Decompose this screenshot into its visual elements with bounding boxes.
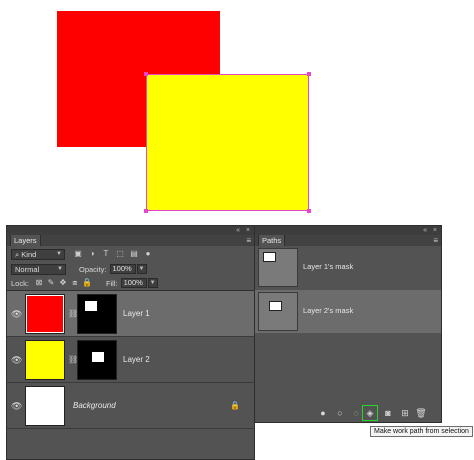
paths-panel: « × Paths ≡ Layer 1's mask Layer 2's mas… [254,225,442,423]
mask-shape [92,352,104,362]
path-row-layer-2-mask[interactable]: Layer 2's mask [255,290,441,333]
lock-label: Lock: [11,278,29,288]
document-canvas[interactable] [0,0,474,222]
fill-label: Fill: [105,278,118,288]
layer-name[interactable]: Layer 2 [123,355,150,364]
mask-shape [85,301,97,311]
stroke-path-icon[interactable]: ○ [334,407,346,419]
opacity-label: Opacity: [79,264,107,274]
fill-input[interactable]: 100% [120,278,147,288]
close-panel-icon[interactable]: × [433,226,437,235]
panel-topbar[interactable]: « × [7,226,254,235]
opacity-dropdown-icon[interactable]: ▼ [136,264,147,274]
path-anchor[interactable] [144,209,148,213]
chevron-down-icon: ▼ [56,250,62,257]
opacity-input[interactable]: 100% [109,264,136,274]
filter-kind-label: Kind [21,249,37,259]
lock-all-icon[interactable]: 🔒 [82,278,92,288]
filter-type-icon[interactable]: T [101,249,111,259]
filter-adjustment-icon[interactable]: ◑ [87,249,97,259]
panel-topbar[interactable]: « × [255,226,441,235]
paths-footer: ● ○ ◌ ◈ ◙ ⊞ 🗑 [255,404,441,422]
path-anchor[interactable] [307,209,311,213]
blend-mode-label: Normal [15,264,40,274]
close-panel-icon[interactable]: × [246,226,250,235]
path-thumbnail [258,248,298,287]
filter-shape-icon[interactable]: ⬚ [115,249,125,259]
tab-row: Paths ≡ [255,235,441,246]
path-anchor[interactable] [144,72,148,76]
lock-row: Lock: ⊠ ✎ ✥ ⧈ 🔒 Fill: 100% ▼ [11,277,158,289]
lock-icon: 🔒 [230,401,240,410]
lock-transparency-icon[interactable]: ⊠ [34,278,44,288]
chevron-down-icon: ▼ [57,265,63,272]
layer-mask-thumbnail[interactable] [77,294,117,334]
path-thumbnail-shape [269,301,282,311]
new-path-icon[interactable]: ⊞ [399,407,411,419]
filter-row: ⌕ Kind ▼ ▣ ◑ T ⬚ ▤ ● [11,248,153,260]
layer-row-layer-2[interactable]: 👁 ⛓ Layer 2 [7,337,254,383]
blend-row: Normal ▼ Opacity: 100% ▼ [11,263,147,275]
layers-panel: « × Layers ≡ ⌕ Kind ▼ ▣ ◑ T ⬚ ▤ ● Normal… [6,225,255,460]
eye-icon[interactable]: 👁 [11,355,22,365]
load-selection-icon[interactable]: ◌ [350,407,362,419]
collapse-icon[interactable]: « [423,226,427,235]
layer-thumbnail[interactable] [25,294,65,334]
make-work-path-icon[interactable]: ◈ [362,405,378,421]
fill-dropdown-icon[interactable]: ▼ [147,278,158,288]
panel-menu-icon[interactable]: ≡ [246,236,251,245]
tab-paths[interactable]: Paths [258,235,286,246]
layer-list: 👁 ⛓ Layer 1 👁 ⛓ Layer 2 👁 Background 🔒 [7,290,254,429]
collapse-icon[interactable]: « [236,226,240,235]
add-mask-icon[interactable]: ◙ [382,407,394,419]
path-outline [146,74,309,211]
tooltip: Make work path from selection [370,426,473,437]
layer-row-background[interactable]: 👁 Background 🔒 [7,383,254,429]
trash-icon[interactable]: 🗑 [415,407,427,419]
path-name: Layer 2's mask [303,306,354,315]
layer-thumbnail[interactable] [25,340,65,380]
layer-mask-thumbnail[interactable] [77,340,117,380]
layer-name[interactable]: Background [73,401,116,410]
tab-layers[interactable]: Layers [10,235,41,246]
path-thumbnail [258,292,298,331]
eye-icon[interactable]: 👁 [11,401,22,411]
path-anchor[interactable] [307,72,311,76]
layer-name[interactable]: Layer 1 [123,309,150,318]
fill-path-icon[interactable]: ● [317,407,329,419]
blend-mode-dropdown[interactable]: Normal ▼ [11,263,66,275]
path-thumbnail-shape [263,252,276,262]
filter-smart-object-icon[interactable]: ▤ [129,249,139,259]
panel-menu-icon[interactable]: ≡ [433,236,438,245]
layer-thumbnail[interactable] [25,386,65,426]
lock-image-pixels-icon[interactable]: ✎ [46,278,56,288]
filter-pixel-icon[interactable]: ▣ [73,249,83,259]
tab-row: Layers ≡ [7,235,254,246]
lock-artboard-icon[interactable]: ⧈ [70,278,80,288]
filter-toggle-icon[interactable]: ● [143,249,153,259]
path-row-layer-1-mask[interactable]: Layer 1's mask [255,246,441,289]
eye-icon[interactable]: 👁 [11,309,22,319]
layer-row-layer-1[interactable]: 👁 ⛓ Layer 1 [7,291,254,337]
lock-position-icon[interactable]: ✥ [58,278,68,288]
path-name: Layer 1's mask [303,262,354,271]
filter-kind-dropdown[interactable]: ⌕ Kind ▼ [11,248,65,260]
